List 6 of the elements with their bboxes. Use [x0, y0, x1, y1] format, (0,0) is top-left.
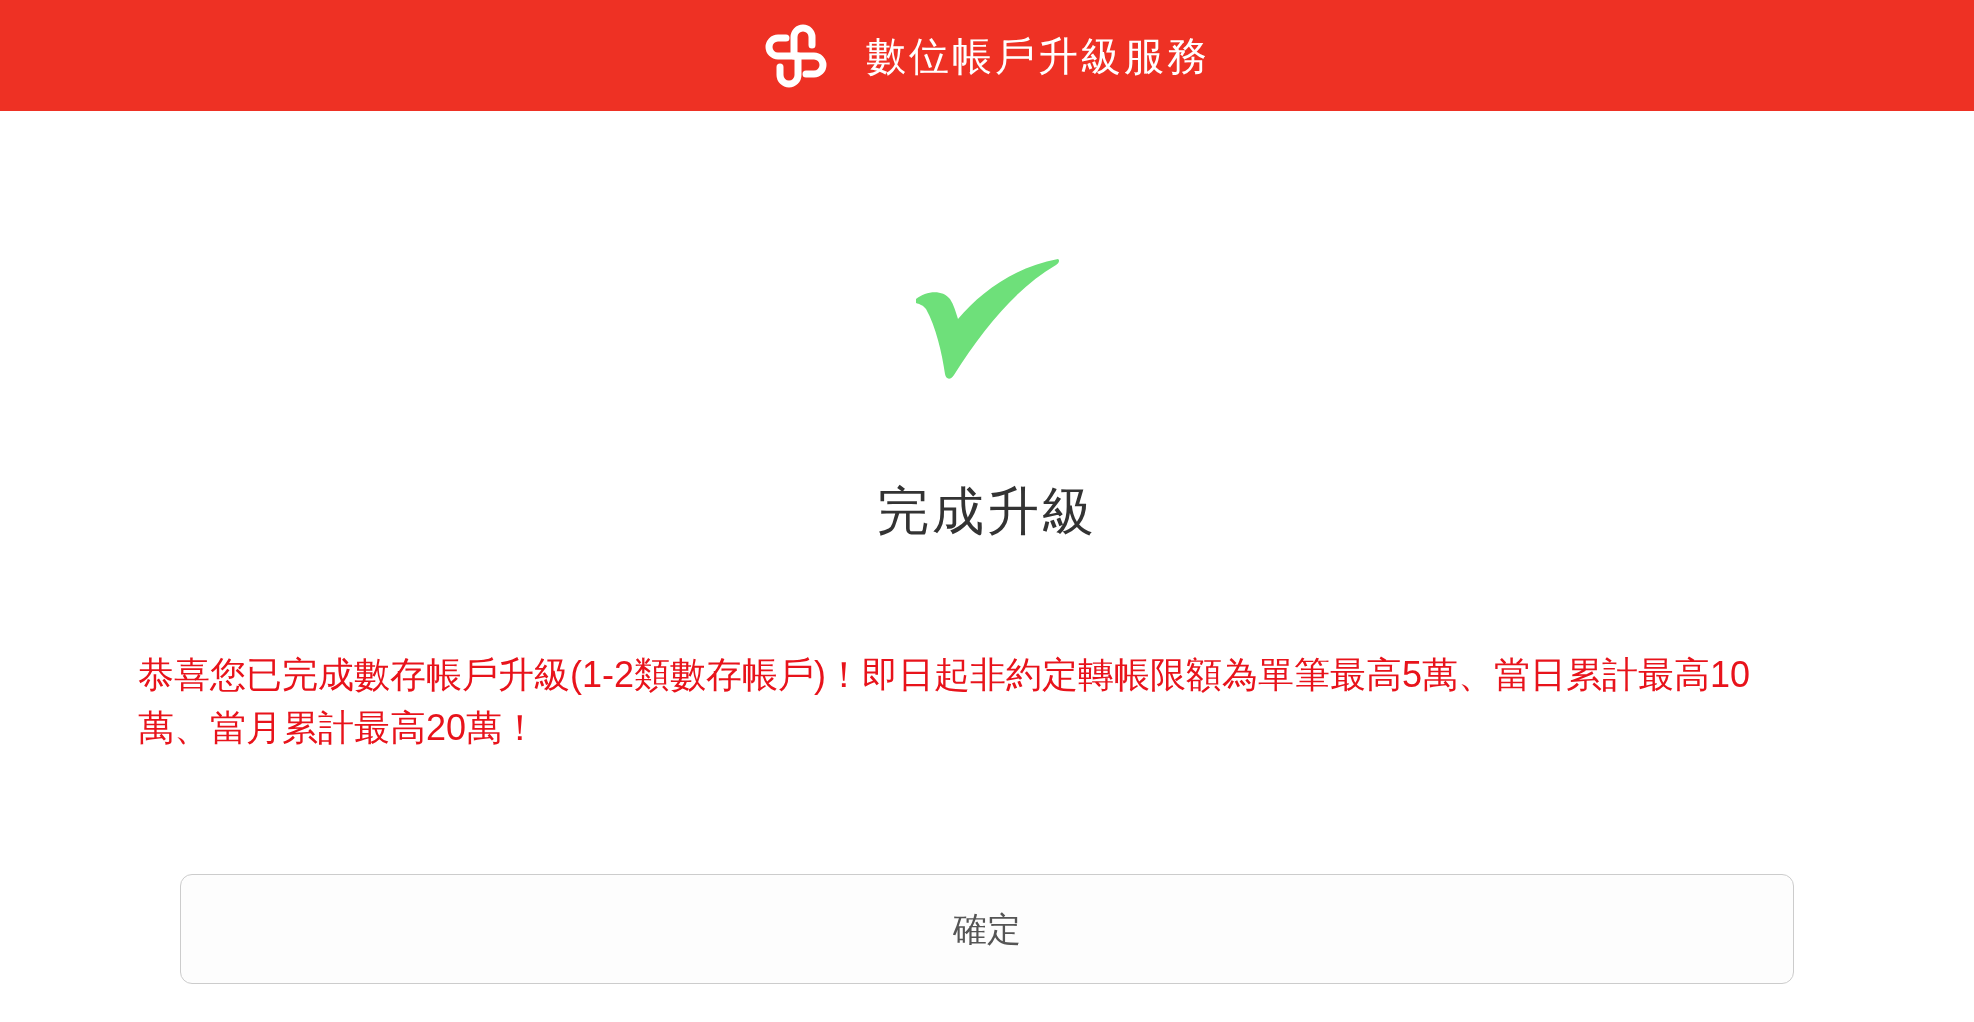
- result-message: 恭喜您已完成數存帳戶升級(1-2類數存帳戶)！即日起非約定轉帳限額為單筆最高5萬、當日累計最高10萬、當月累計最高20萬！: [138, 653, 1752, 750]
- checkmark-icon: [914, 257, 1060, 381]
- confirm-button[interactable]: 確定: [180, 874, 1794, 984]
- knot-logo-icon: [764, 22, 828, 89]
- header-title: 數位帳戶升級服務: [866, 35, 1210, 76]
- result-title: 完成升級: [877, 481, 1097, 542]
